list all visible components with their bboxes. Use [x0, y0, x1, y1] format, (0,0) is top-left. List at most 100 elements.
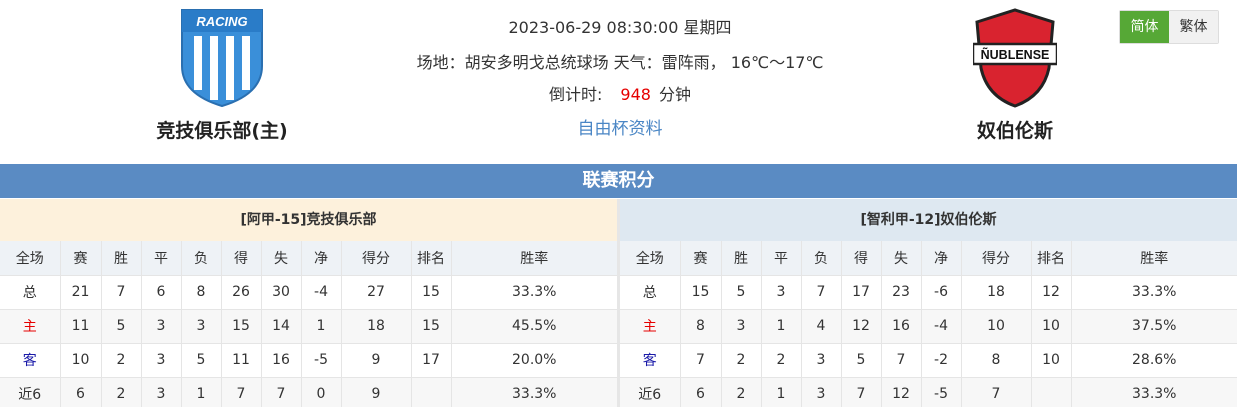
- table-row: 主 8 3 1 4 12 16 -4 10 10 37.5%: [620, 309, 1237, 344]
- column-header: 净: [301, 241, 342, 276]
- home-team-name[interactable]: 竞技俱乐部(主): [122, 116, 322, 143]
- column-header: 胜: [101, 241, 142, 276]
- row-label: 客: [620, 343, 681, 378]
- table-cell: 3: [141, 343, 182, 378]
- column-header: 负: [181, 241, 222, 276]
- table-cell: 6: [680, 377, 722, 407]
- column-header: 胜率: [1071, 241, 1237, 276]
- table-cell: 21: [60, 275, 102, 310]
- column-header: 净: [921, 241, 962, 276]
- simplified-chinese-button[interactable]: 简体: [1120, 11, 1169, 43]
- table-cell: 33.3%: [451, 377, 617, 407]
- column-header: 得分: [961, 241, 1032, 276]
- table-cell: 3: [141, 309, 182, 344]
- row-label: 客: [0, 343, 61, 378]
- column-header: 全场: [620, 241, 681, 276]
- table-cell: 1: [761, 377, 802, 407]
- table-cell: 45.5%: [451, 309, 617, 344]
- table-cell: 18: [961, 275, 1032, 310]
- traditional-chinese-button[interactable]: 繁体: [1169, 11, 1218, 43]
- column-header: 赛: [680, 241, 722, 276]
- table-cell: 7: [961, 377, 1032, 407]
- table-cell: 3: [141, 377, 182, 407]
- column-header: 失: [261, 241, 302, 276]
- column-header: 得: [221, 241, 262, 276]
- countdown-label: 倒计时:: [549, 85, 603, 104]
- table-cell: 5: [181, 343, 222, 378]
- table-row: 总 15 5 3 7 17 23 -6 18 12 33.3%: [620, 275, 1237, 310]
- table-cell: 3: [181, 309, 222, 344]
- table-cell: 3: [801, 377, 842, 407]
- section-title-league-standings: 联赛积分: [0, 164, 1237, 198]
- language-switch: 简体 繁体: [1119, 10, 1219, 44]
- home-standings-title[interactable]: [阿甲-15]竞技俱乐部: [0, 199, 617, 241]
- table-row: 近6 6 2 1 3 7 12 -5 7 33.3%: [620, 377, 1237, 407]
- column-header: 平: [761, 241, 802, 276]
- home-standings-body: 总 21 7 6 8 26 30 -4 27 15 33.3% 主 11 5 3 3 15 14 1 18 15 45.5…: [0, 275, 617, 407]
- table-cell: 37.5%: [1071, 309, 1237, 344]
- table-cell: 10: [1031, 309, 1072, 344]
- table-cell: 17: [411, 343, 452, 378]
- row-label: 总: [0, 275, 61, 310]
- away-team-name[interactable]: 奴伯伦斯: [915, 116, 1115, 143]
- row-label: 近6: [0, 377, 61, 407]
- racing-club-crest-icon: RACING: [181, 9, 263, 108]
- table-cell: 12: [841, 309, 882, 344]
- countdown: 倒计时: 948 分钟: [370, 81, 870, 105]
- column-header: 得: [841, 241, 882, 276]
- table-cell: 5: [721, 275, 762, 310]
- table-cell: 15: [221, 309, 262, 344]
- nublense-crest-icon: ÑUBLENSE: [973, 8, 1057, 108]
- table-cell: 3: [721, 309, 762, 344]
- table-cell: [411, 377, 452, 407]
- table-cell: 18: [341, 309, 412, 344]
- column-header: 平: [141, 241, 182, 276]
- row-label: 总: [620, 275, 681, 310]
- table-cell: 33.3%: [1071, 377, 1237, 407]
- table-cell: 10: [1031, 343, 1072, 378]
- table-cell: 23: [881, 275, 922, 310]
- table-row: 总 21 7 6 8 26 30 -4 27 15 33.3%: [0, 275, 617, 310]
- row-label: 近6: [620, 377, 681, 407]
- table-cell: 2: [761, 343, 802, 378]
- column-header: 全场: [0, 241, 61, 276]
- match-header: RACING 竞技俱乐部(主) 2023-06-29 08:30:00 星期四 …: [0, 0, 1237, 164]
- table-cell: 16: [261, 343, 302, 378]
- away-standings-panel: [智利甲-12]奴伯伦斯 全场 赛 胜 平 负 得 失 净 得分 排名 胜率 总…: [620, 199, 1237, 407]
- countdown-unit: 分钟: [658, 85, 691, 104]
- table-cell: 17: [841, 275, 882, 310]
- table-cell: 4: [801, 309, 842, 344]
- table-cell: 2: [101, 343, 142, 378]
- table-cell: 11: [60, 309, 102, 344]
- table-cell: 30: [261, 275, 302, 310]
- table-cell: 7: [801, 275, 842, 310]
- table-cell: 1: [761, 309, 802, 344]
- table-cell: 26: [221, 275, 262, 310]
- table-row: 客 10 2 3 5 11 16 -5 9 17 20.0%: [0, 343, 617, 378]
- table-cell: -2: [921, 343, 962, 378]
- table-cell: -4: [921, 309, 962, 344]
- away-standings-title[interactable]: [智利甲-12]奴伯伦斯: [620, 199, 1237, 241]
- table-cell: 33.3%: [1071, 275, 1237, 310]
- table-cell: [1031, 377, 1072, 407]
- table-cell: 2: [101, 377, 142, 407]
- table-cell: 33.3%: [451, 275, 617, 310]
- table-cell: 2: [721, 377, 762, 407]
- cup-info-link[interactable]: 自由杯资料: [370, 114, 870, 139]
- table-cell: 14: [261, 309, 302, 344]
- away-standings-table: 全场 赛 胜 平 负 得 失 净 得分 排名 胜率 总 15 5 3 7 17 23 -6 18…: [620, 241, 1237, 407]
- column-header: 负: [801, 241, 842, 276]
- table-cell: 3: [761, 275, 802, 310]
- countdown-value: 948: [620, 85, 651, 104]
- table-cell: 0: [301, 377, 342, 407]
- table-cell: 15: [411, 309, 452, 344]
- table-cell: -5: [921, 377, 962, 407]
- table-cell: 7: [881, 343, 922, 378]
- table-row: 客 7 2 2 3 5 7 -2 8 10 28.6%: [620, 343, 1237, 378]
- table-cell: 7: [221, 377, 262, 407]
- table-header-row: 全场 赛 胜 平 负 得 失 净 得分 排名 胜率: [0, 241, 617, 276]
- home-standings-table: 全场 赛 胜 平 负 得 失 净 得分 排名 胜率 总 21 7 6 8 26 30 -4 27…: [0, 241, 617, 407]
- table-cell: 3: [801, 343, 842, 378]
- table-cell: 12: [881, 377, 922, 407]
- table-cell: 5: [101, 309, 142, 344]
